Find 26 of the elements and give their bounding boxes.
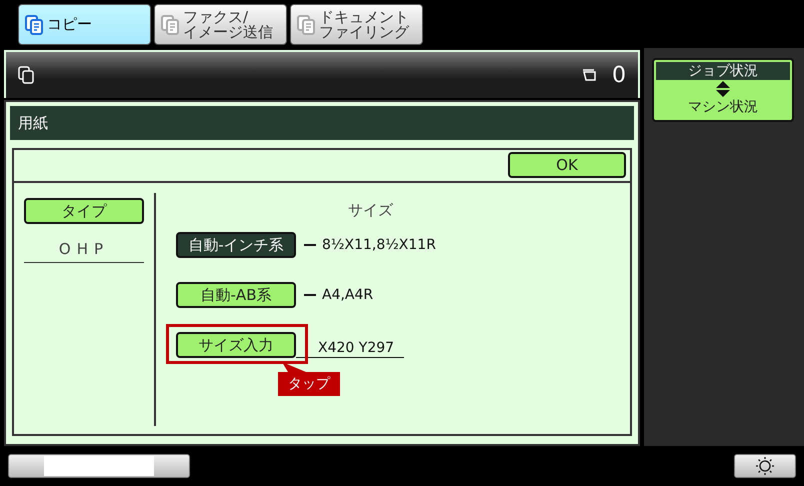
brightness-button[interactable] bbox=[734, 454, 796, 478]
mode-tab[interactable]: コピー bbox=[18, 4, 151, 45]
dialog-title: 用紙 bbox=[10, 106, 634, 140]
ok-button[interactable]: OK bbox=[508, 152, 626, 178]
size-heading: サイズ bbox=[348, 201, 394, 220]
callout-pointer bbox=[282, 362, 306, 372]
job-count: 0 bbox=[612, 62, 626, 88]
size-option-button[interactable]: 自動-AB系 bbox=[176, 282, 296, 308]
copy-icon bbox=[297, 14, 315, 34]
copy-icon bbox=[25, 14, 43, 34]
sun-icon bbox=[755, 456, 775, 476]
job-queue-icon bbox=[582, 69, 598, 81]
mode-tab[interactable]: ドキュメント ファイリング bbox=[290, 4, 423, 45]
size-input-button[interactable]: サイズ入力 bbox=[176, 332, 296, 358]
type-value: OHP bbox=[24, 240, 144, 263]
size-input-value: X420 Y297 bbox=[296, 340, 404, 358]
up-down-icon bbox=[715, 80, 731, 98]
size-option-button[interactable]: 自動-インチ系 bbox=[176, 232, 296, 258]
type-button[interactable]: タイプ bbox=[24, 198, 144, 224]
size-value: A4,A4R bbox=[322, 287, 374, 303]
bottom-bar-button[interactable] bbox=[8, 454, 190, 478]
copy-icon bbox=[18, 66, 34, 84]
status-button[interactable]: ジョブ状況 マシン状況 bbox=[652, 58, 794, 122]
size-value: 8½X11,8½X11R bbox=[322, 237, 436, 253]
copy-icon bbox=[161, 14, 179, 34]
mode-tab[interactable]: ファクス/ イメージ送信 bbox=[154, 4, 287, 45]
